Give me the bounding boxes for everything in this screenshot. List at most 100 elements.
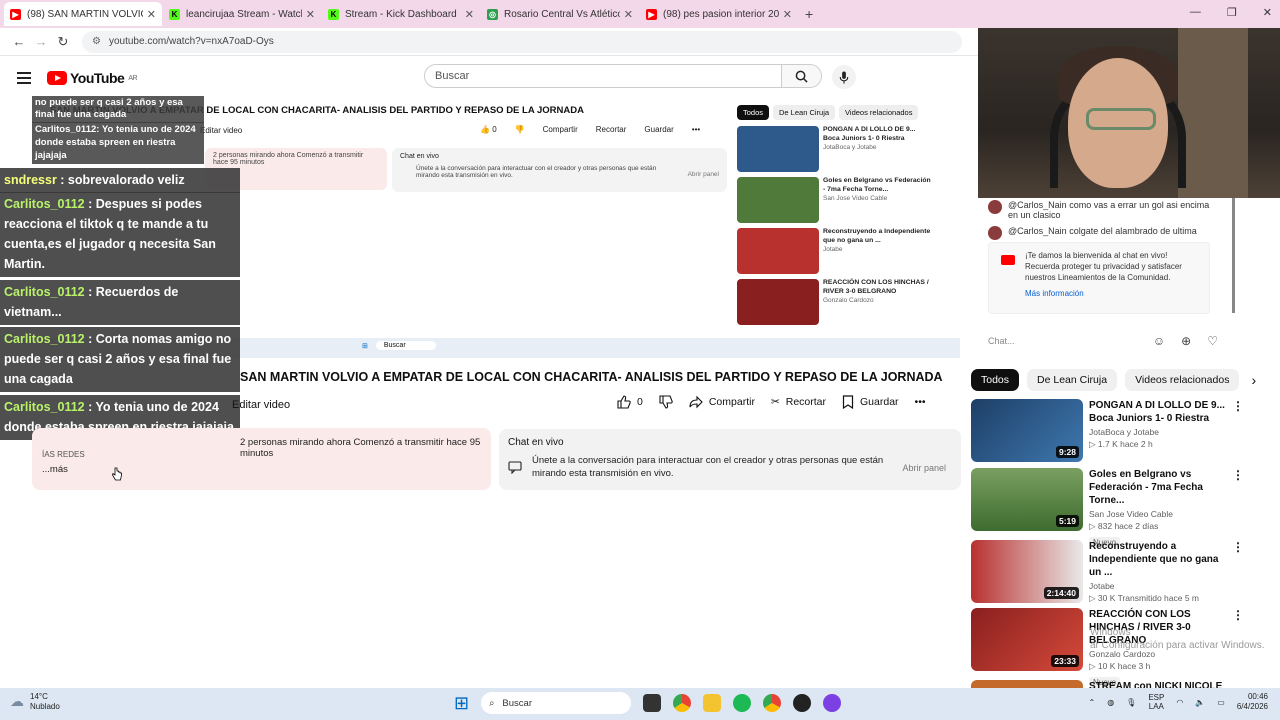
rec-menu-icon[interactable]: ⋮ xyxy=(1232,468,1244,482)
live-chat-box: Chat en vivo Únete a la conversación par… xyxy=(499,429,961,490)
rec-channel[interactable]: Jotabe xyxy=(1089,581,1229,591)
browser-tab[interactable]: ▶ (98) pes pasion interior 2026 - Y ✕ xyxy=(640,2,798,26)
rec-menu-icon[interactable]: ⋮ xyxy=(1232,540,1244,554)
rec-menu-icon[interactable]: ⋮ xyxy=(1232,608,1244,622)
close-tab-icon[interactable]: ✕ xyxy=(465,8,474,21)
recommendation-item[interactable]: 5:19 Goles en Belgrano vs Federación - 7… xyxy=(971,468,1241,550)
task-view-icon[interactable] xyxy=(643,694,662,712)
browser-tab[interactable]: K Stream - Kick Dashboard ✕ xyxy=(322,2,480,26)
volume-icon[interactable]: 🔈 xyxy=(1195,698,1205,707)
battery-icon[interactable]: ▭ xyxy=(1217,698,1225,707)
recommendation-item[interactable]: STREAM con NICKI NICOLE xyxy=(971,680,1241,688)
chat-scrollbar[interactable] xyxy=(1232,198,1235,313)
menu-icon[interactable] xyxy=(17,69,31,87)
obs-icon[interactable] xyxy=(793,694,812,712)
search-input[interactable]: Buscar xyxy=(425,65,781,87)
save-button[interactable]: Guardar xyxy=(842,395,899,409)
app-icon[interactable] xyxy=(823,694,842,712)
edit-video-button[interactable]: Editar video xyxy=(232,399,290,411)
minimize-icon[interactable]: — xyxy=(1190,6,1201,19)
site-info-icon[interactable]: ⚙ xyxy=(92,36,101,47)
search-icon xyxy=(795,70,808,83)
browser-tab[interactable]: ◎ Rosario Central Vs Atlético Tuc ✕ xyxy=(481,2,639,26)
nested-chip: Todos xyxy=(737,105,770,120)
heart-icon[interactable]: ♡ xyxy=(1207,334,1218,348)
close-tab-icon[interactable]: ✕ xyxy=(783,8,792,21)
temperature: 14°C xyxy=(30,692,48,701)
chat-input[interactable]: Chat... ☺ ⊕ ♡ xyxy=(988,331,1218,351)
video-thumbnail[interactable]: 9:28 xyxy=(971,399,1083,462)
share-icon xyxy=(689,395,703,409)
emoji-icon[interactable]: ☺ xyxy=(1153,334,1165,348)
nested-rec-title: PONGAN A DI LOLLO DE 9... Boca Juniors 1… xyxy=(823,126,916,142)
wifi-icon[interactable]: ◠ xyxy=(1176,698,1183,707)
network-icon[interactable]: ◍ xyxy=(1107,698,1114,707)
recommendation-item[interactable]: 2:14:40 Reconstruyendo a Independiente q… xyxy=(971,540,1241,604)
nested-chip: De Lean Ciruja xyxy=(773,105,836,120)
rec-title[interactable]: STREAM con NICKI NICOLE xyxy=(1089,680,1229,688)
reload-icon[interactable]: ↻ xyxy=(52,34,74,50)
nested-windows-icon: ⊞ xyxy=(362,342,368,350)
new-tab-button[interactable]: + xyxy=(805,6,813,22)
add-icon[interactable]: ⊕ xyxy=(1181,334,1191,348)
restore-icon[interactable]: ❐ xyxy=(1227,6,1237,19)
weather-widget[interactable]: ☁ 14°C Nublado xyxy=(10,692,60,711)
tab-label: leancirujaa Stream - Watch Live xyxy=(186,8,302,20)
microphone-tray-icon[interactable]: 🎙 xyxy=(1126,698,1136,707)
duration-badge: 5:19 xyxy=(1055,515,1079,527)
spotify-icon[interactable] xyxy=(733,694,752,712)
clip-button[interactable]: ✂ Recortar xyxy=(771,396,826,408)
nested-rec-title: REACCIÓN CON LOS HINCHAS / RIVER 3-0 BEL… xyxy=(823,279,929,295)
chrome-icon[interactable] xyxy=(673,694,692,712)
share-button[interactable]: Compartir xyxy=(689,395,755,409)
rec-title[interactable]: PONGAN A DI LOLLO DE 9... Boca Juniors 1… xyxy=(1089,399,1229,425)
close-tab-icon[interactable]: ✕ xyxy=(306,8,315,21)
like-button[interactable]: 0 xyxy=(617,395,643,409)
chevron-up-icon[interactable]: ⌃ xyxy=(1088,698,1095,707)
show-more-link[interactable]: ...más xyxy=(42,464,68,475)
taskbar-apps: ⊞ ⌕ Buscar xyxy=(454,692,842,714)
voice-search-button[interactable] xyxy=(832,65,856,89)
nested-chat-title: Chat en vivo xyxy=(400,153,439,160)
browser-tab[interactable]: Kleancirujaa Stream - Watch Live ✕ xyxy=(163,2,321,26)
windows-start-icon[interactable]: ⊞ xyxy=(454,693,469,714)
more-actions-button[interactable]: ••• xyxy=(915,396,926,408)
kick-chat-line: @Carlos_Nain como vas a errar un gol asi… xyxy=(988,200,1218,220)
taskbar-search[interactable]: ⌕ Buscar xyxy=(481,692,632,714)
clip-label: Recortar xyxy=(785,396,827,408)
recommendation-item[interactable]: 9:28 PONGAN A DI LOLLO DE 9... Boca Juni… xyxy=(971,399,1241,462)
description-box[interactable]: 2 personas mirando ahora Comenzó a trans… xyxy=(32,428,491,490)
nested-edit-video: Editar video xyxy=(200,126,243,135)
video-thumbnail[interactable] xyxy=(971,680,1083,688)
rec-menu-icon[interactable]: ⋮ xyxy=(1232,399,1244,413)
nested-rec-channel: Jotabe xyxy=(823,245,843,253)
rec-title[interactable]: Reconstruyendo a Independiente que no ga… xyxy=(1089,540,1229,579)
close-tab-icon[interactable]: ✕ xyxy=(624,8,633,21)
duration-badge: 2:14:40 xyxy=(1043,587,1079,599)
video-thumbnail[interactable]: 5:19 xyxy=(971,468,1083,531)
language-indicator[interactable]: ESP LAA xyxy=(1148,693,1164,712)
search-button[interactable] xyxy=(781,65,821,87)
open-panel-button[interactable]: Abrir panel xyxy=(902,463,946,473)
url-field[interactable]: ⚙ youtube.com/watch?v=nxA7oaD-Oys xyxy=(82,30,962,53)
chrome-icon[interactable] xyxy=(763,694,782,712)
chip-all[interactable]: Todos xyxy=(971,369,1020,391)
rec-title[interactable]: Goles en Belgrano vs Federación - 7ma Fe… xyxy=(1089,468,1229,507)
file-explorer-icon[interactable] xyxy=(703,694,722,712)
dislike-button[interactable] xyxy=(659,395,673,409)
video-thumbnail[interactable]: 2:14:40 xyxy=(971,540,1083,603)
close-window-icon[interactable]: ✕ xyxy=(1263,6,1272,19)
rec-channel[interactable]: JotaBoca y Jotabe xyxy=(1089,427,1229,437)
chip-channel[interactable]: De Lean Ciruja xyxy=(1027,369,1118,391)
close-tab-icon[interactable]: ✕ xyxy=(147,8,156,21)
video-thumbnail[interactable]: 23:33 xyxy=(971,608,1083,671)
system-clock[interactable]: 00:46 6/4/2026 xyxy=(1237,692,1268,713)
back-icon[interactable]: ← xyxy=(8,34,30,49)
forward-icon[interactable]: → xyxy=(30,34,52,49)
more-info-link[interactable]: Más información xyxy=(1025,289,1201,300)
chevron-right-icon[interactable]: › xyxy=(1251,372,1256,388)
chip-related[interactable]: Videos relacionados xyxy=(1125,369,1240,391)
youtube-logo[interactable]: YouTube AR xyxy=(47,70,138,86)
rec-channel[interactable]: San Jose Video Cable xyxy=(1089,509,1229,519)
browser-tab[interactable]: ▶ (98) SAN MARTIN VOLVIO A EM ✕ xyxy=(4,2,162,26)
